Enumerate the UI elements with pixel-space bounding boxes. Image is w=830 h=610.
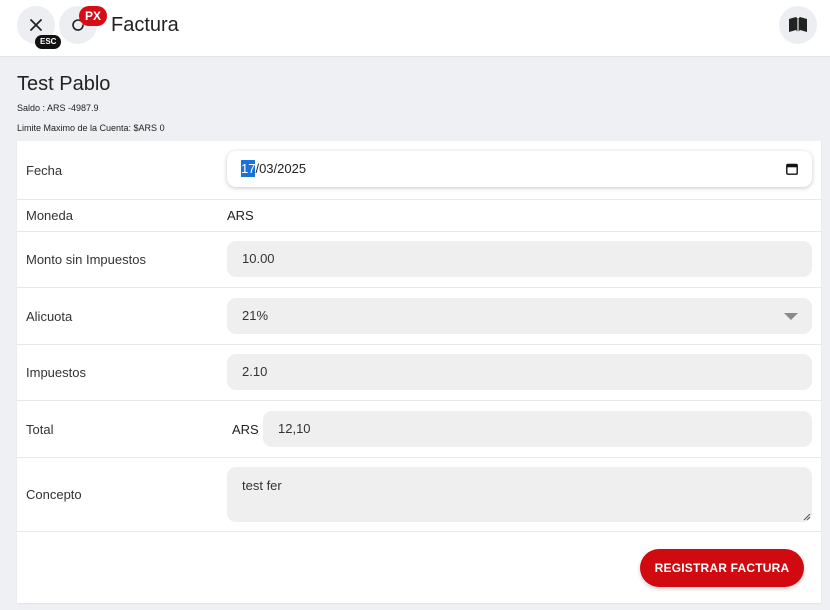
px-badge: PX	[79, 6, 108, 26]
fecha-month-year: /03/2025	[255, 161, 307, 176]
monto-label: Monto sin Impuestos	[26, 252, 146, 267]
fecha-input[interactable]: 17/03/2025	[227, 151, 812, 187]
client-balance: Saldo : ARS -4987.9	[17, 103, 99, 113]
registrar-factura-button[interactable]: REGISTRAR FACTURA	[640, 549, 804, 587]
impuestos-row: Impuestos 2.10	[17, 345, 821, 401]
moneda-row: Moneda ARS	[17, 200, 821, 232]
concepto-value: test fer	[242, 478, 282, 493]
moneda-value: ARS	[227, 208, 254, 223]
moneda-label: Moneda	[26, 208, 73, 223]
alicuota-value: 21%	[242, 308, 269, 323]
impuestos-input[interactable]: 2.10	[227, 354, 812, 390]
alicuota-label: Alicuota	[26, 309, 73, 324]
account-limit: Limite Maximo de la Cuenta: $ARS 0	[17, 123, 165, 133]
total-row: Total ARS 12,10	[17, 401, 821, 458]
book-button[interactable]	[779, 6, 817, 44]
invoice-form: Fecha 17/03/2025 Moneda ARS Monto sin Im…	[17, 141, 821, 603]
fecha-row: Fecha 17/03/2025	[17, 141, 821, 200]
book-icon	[789, 17, 807, 32]
fecha-day-segment[interactable]: 17	[241, 160, 256, 177]
resize-handle-icon[interactable]	[802, 512, 811, 521]
fecha-label: Fecha	[26, 163, 63, 178]
concepto-textarea[interactable]: test fer	[227, 467, 812, 522]
alicuota-row: Alicuota 21%	[17, 288, 821, 345]
monto-input[interactable]: 10.00	[227, 241, 812, 277]
alicuota-select[interactable]: 21%	[227, 298, 812, 334]
monto-row: Monto sin Impuestos 10.00	[17, 232, 821, 288]
esc-badge: ESC	[35, 35, 62, 49]
total-currency: ARS	[232, 422, 259, 437]
total-label: Total	[26, 422, 54, 437]
client-name: Test Pablo	[17, 73, 111, 95]
total-input[interactable]: 12,10	[263, 411, 812, 447]
chevron-down-icon	[784, 313, 798, 320]
calendar-icon[interactable]	[786, 163, 798, 175]
close-icon	[30, 19, 42, 31]
concepto-row: Concepto test fer	[17, 458, 821, 532]
page-title: Factura	[111, 14, 179, 36]
top-bar: ESC PX Factura	[0, 0, 830, 57]
impuestos-label: Impuestos	[26, 365, 86, 380]
concepto-label: Concepto	[26, 487, 82, 502]
